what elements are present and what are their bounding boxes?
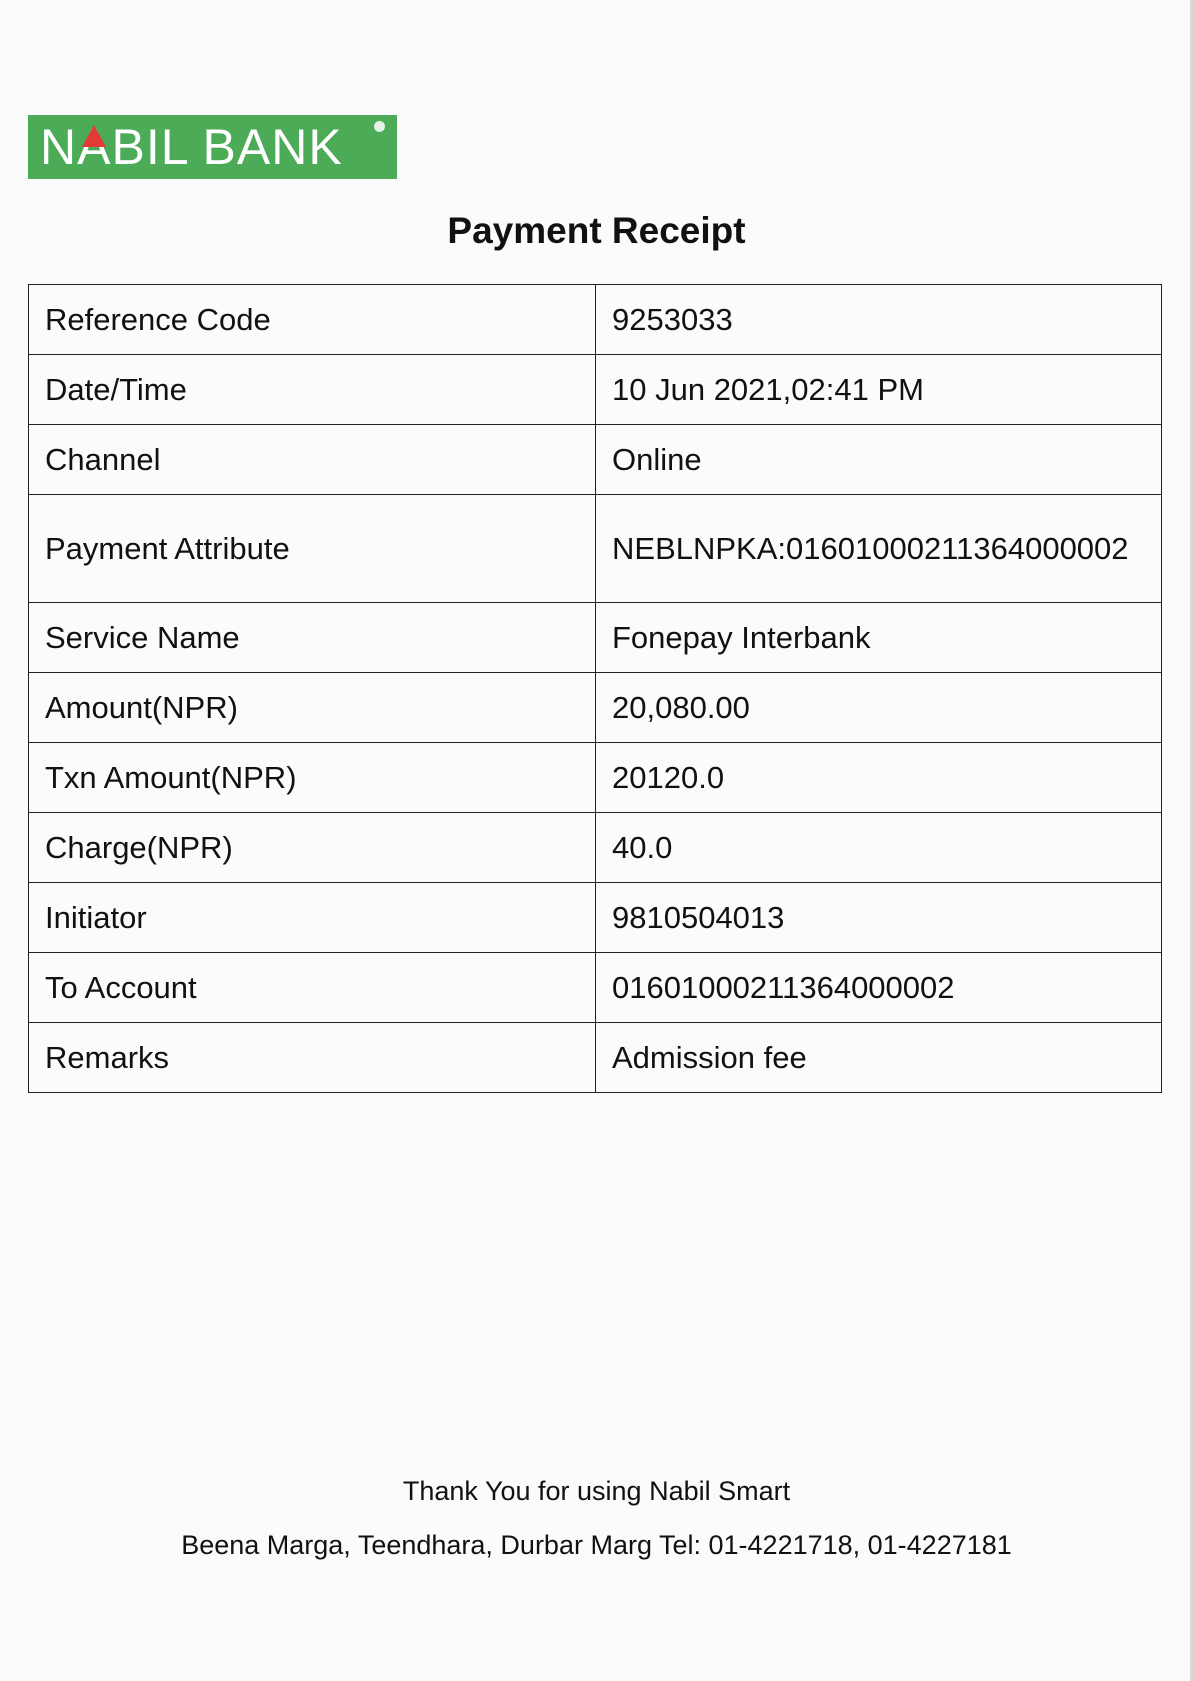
nabil-bank-logo: N ABIL BANK (28, 115, 397, 179)
row-value: Online (595, 424, 1162, 495)
table-row: Service Name Fonepay Interbank (28, 602, 1162, 673)
row-label: Service Name (28, 602, 596, 673)
table-row: Reference Code 9253033 (28, 284, 1162, 355)
logo-triangle-icon (82, 125, 107, 147)
receipt-table: Reference Code 9253033 Date/Time 10 Jun … (28, 284, 1162, 1093)
row-value: 9810504013 (595, 882, 1162, 953)
row-value: NEBLNPKA:01601000211364000002 (595, 494, 1162, 603)
row-label: Initiator (28, 882, 596, 953)
footer-address: Beena Marga, Teendhara, Durbar Marg Tel:… (181, 1530, 1012, 1560)
row-value: Fonepay Interbank (595, 602, 1162, 673)
table-row: Remarks Admission fee (28, 1022, 1162, 1093)
row-label: Reference Code (28, 284, 596, 355)
table-row: Charge(NPR) 40.0 (28, 812, 1162, 883)
row-label: Amount(NPR) (28, 672, 596, 743)
table-row: Initiator 9810504013 (28, 882, 1162, 953)
row-label: Charge(NPR) (28, 812, 596, 883)
row-label: Date/Time (28, 354, 596, 425)
row-value: 20,080.00 (595, 672, 1162, 743)
row-label: Payment Attribute (28, 494, 596, 603)
table-row: Amount(NPR) 20,080.00 (28, 672, 1162, 743)
table-row: To Account 01601000211364000002 (28, 952, 1162, 1023)
registered-mark-icon (374, 121, 385, 132)
row-value: 10 Jun 2021,02:41 PM (595, 354, 1162, 425)
table-row: Channel Online (28, 424, 1162, 495)
row-value: 20120.0 (595, 742, 1162, 813)
footer-thanks: Thank You for using Nabil Smart (402, 1476, 791, 1506)
table-row: Date/Time 10 Jun 2021,02:41 PM (28, 354, 1162, 425)
row-value: 40.0 (595, 812, 1162, 883)
table-row: Payment Attribute NEBLNPKA:0160100021136… (28, 494, 1162, 603)
page-title: Payment Receipt (447, 210, 746, 251)
row-label: Remarks (28, 1022, 596, 1093)
row-value: Admission fee (595, 1022, 1162, 1093)
row-value: 01601000211364000002 (595, 952, 1162, 1023)
row-label: Channel (28, 424, 596, 495)
row-value: 9253033 (595, 284, 1162, 355)
table-row: Txn Amount(NPR) 20120.0 (28, 742, 1162, 813)
row-label: Txn Amount(NPR) (28, 742, 596, 813)
logo-wordmark: N ABIL BANK (40, 119, 343, 175)
row-label: To Account (28, 952, 596, 1023)
